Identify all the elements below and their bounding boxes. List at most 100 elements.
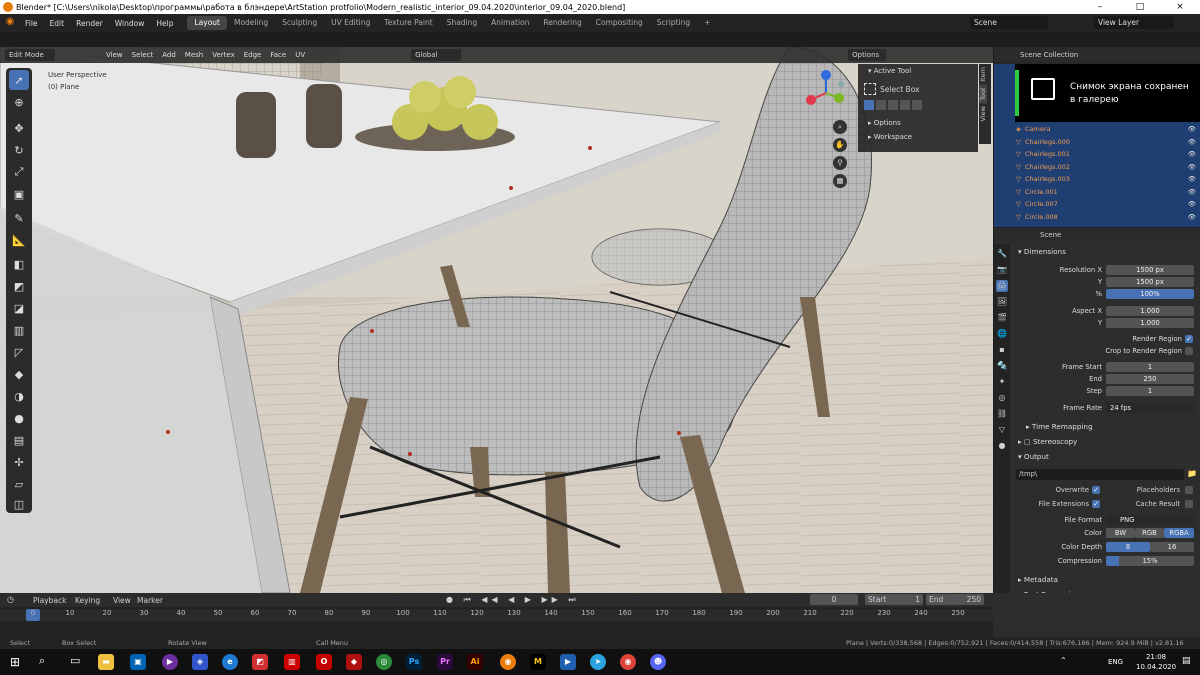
- color-rgba-button[interactable]: RGBA: [1164, 528, 1194, 538]
- frame-end-field[interactable]: 250: [1106, 374, 1194, 384]
- folder-icon[interactable]: 📁: [1187, 469, 1197, 478]
- blender-taskbar-icon[interactable]: ◉: [500, 654, 516, 670]
- spin-tool-icon[interactable]: ◑: [9, 386, 29, 406]
- playback-controls[interactable]: ● ⏮ ◀◀ ◀ ▶ ▶▶ ⏭: [446, 595, 580, 605]
- tab-compositing[interactable]: Compositing: [589, 16, 650, 30]
- frame-ruler[interactable]: 0 10 20 30 40 50 60 70 80 90 100 110 120…: [0, 609, 993, 621]
- stereoscopy-header[interactable]: ▸ ▢ Stereoscopy: [1018, 437, 1077, 446]
- grid-icon[interactable]: ▦: [833, 174, 847, 188]
- extrude-tool-icon[interactable]: ◧: [9, 254, 29, 274]
- end-frame-field[interactable]: End 250: [926, 594, 984, 605]
- frame-rate-dropdown[interactable]: 24 fps: [1106, 403, 1194, 413]
- metadata-header[interactable]: ▸ Metadata: [1018, 575, 1058, 584]
- mode-invert-icon[interactable]: [900, 100, 910, 110]
- menu-vertex[interactable]: Vertex: [208, 51, 239, 59]
- menu-marker[interactable]: Marker: [137, 596, 163, 605]
- windows-start-icon[interactable]: ⊞: [10, 655, 20, 669]
- outliner-item[interactable]: ▽ Chairlegs.001 👁: [1016, 148, 1200, 161]
- photoshop-icon[interactable]: Ps: [406, 654, 422, 670]
- blender-menu-icon[interactable]: ◉: [3, 16, 17, 30]
- menu-uv[interactable]: UV: [291, 51, 309, 59]
- mode-intersect-icon[interactable]: [912, 100, 922, 110]
- shear-tool-icon[interactable]: ▱: [9, 474, 29, 494]
- menu-add[interactable]: Add: [158, 51, 180, 59]
- app-icon[interactable]: ◈: [192, 654, 208, 670]
- frame-step-field[interactable]: 1: [1106, 386, 1194, 396]
- mode-selector[interactable]: Edit Mode: [5, 49, 55, 61]
- crop-region-checkbox[interactable]: [1185, 347, 1193, 355]
- menu-edit[interactable]: Edit: [44, 19, 71, 28]
- cache-result-checkbox[interactable]: [1185, 500, 1193, 508]
- app2-icon[interactable]: ◆: [346, 654, 362, 670]
- scene-collection-label[interactable]: Scene Collection: [1020, 51, 1078, 59]
- zoom-icon[interactable]: ⌕: [833, 120, 847, 134]
- options-header[interactable]: ▸ Options: [858, 116, 978, 130]
- overwrite-checkbox[interactable]: ✓: [1092, 486, 1100, 494]
- file-explorer-icon[interactable]: ▬: [98, 654, 114, 670]
- menu-mesh[interactable]: Mesh: [181, 51, 207, 59]
- opera-icon[interactable]: O: [316, 654, 332, 670]
- mode-new-icon[interactable]: [864, 100, 874, 110]
- scene-selector[interactable]: Scene: [970, 16, 1048, 29]
- rip-tool-icon[interactable]: ◫: [9, 494, 29, 514]
- scale-tool-icon[interactable]: ⤢: [9, 162, 29, 182]
- mode-subtract-icon[interactable]: [888, 100, 898, 110]
- menu-help[interactable]: Help: [150, 19, 179, 28]
- transform-tool-icon[interactable]: ▣: [9, 184, 29, 204]
- minimize-button[interactable]: –: [1080, 0, 1120, 14]
- menu-playback[interactable]: Playback: [33, 596, 66, 605]
- color-depth-16-button[interactable]: 16: [1150, 542, 1194, 552]
- search-icon[interactable]: ⌕: [39, 654, 45, 668]
- tab-animation[interactable]: Animation: [484, 16, 536, 30]
- aspect-x-field[interactable]: 1.000: [1106, 306, 1194, 316]
- current-frame-field[interactable]: 0: [810, 594, 858, 605]
- workspace-header[interactable]: ▸ Workspace: [858, 130, 978, 144]
- aspect-y-field[interactable]: 1.000: [1106, 318, 1194, 328]
- cursor-tool-icon[interactable]: ⊕: [9, 92, 29, 112]
- outliner-item[interactable]: ▽ Chairlegs.000 👁: [1016, 136, 1200, 149]
- add-workspace-button[interactable]: +: [697, 16, 717, 30]
- color-bw-button[interactable]: BW: [1106, 528, 1135, 538]
- view-layer-selector[interactable]: View Layer: [1094, 16, 1174, 29]
- tab-shading[interactable]: Shading: [440, 16, 484, 30]
- telegram-icon[interactable]: ➤: [590, 654, 606, 670]
- output-path-input[interactable]: /tmp\: [1016, 469, 1184, 480]
- edge-icon[interactable]: e: [222, 654, 238, 670]
- mode-extend-icon[interactable]: [876, 100, 886, 110]
- tab-scripting[interactable]: Scripting: [650, 16, 697, 30]
- edge-slide-tool-icon[interactable]: ▤: [9, 430, 29, 450]
- editor-type-icon[interactable]: ◷: [7, 595, 14, 604]
- tab-layout[interactable]: Layout: [187, 16, 227, 30]
- dimensions-header[interactable]: ▾ Dimensions: [1018, 247, 1066, 256]
- material-tab-icon[interactable]: ●: [996, 440, 1008, 452]
- render-region-checkbox[interactable]: ✓: [1185, 335, 1193, 343]
- rotate-tool-icon[interactable]: ↻: [9, 140, 29, 160]
- navigation-gizmo[interactable]: [803, 70, 849, 116]
- resolution-y-field[interactable]: 1500 px: [1106, 277, 1194, 287]
- start-frame-field[interactable]: Start 1: [865, 594, 923, 605]
- sketch-app-icon[interactable]: ◩: [252, 654, 268, 670]
- outliner-item[interactable]: ▽ Circle.001 👁: [1016, 186, 1200, 199]
- menu-file[interactable]: File: [19, 19, 44, 28]
- media-player-icon[interactable]: ▶: [162, 654, 178, 670]
- annotate-tool-icon[interactable]: ✎: [9, 208, 29, 228]
- outliner-item[interactable]: ▽ Chairlegs.003 👁: [1016, 173, 1200, 186]
- resolution-x-field[interactable]: 1500 px: [1106, 265, 1194, 275]
- tab-tool[interactable]: Tool: [979, 84, 987, 104]
- language-indicator[interactable]: ENG: [1108, 658, 1123, 666]
- menu-face[interactable]: Face: [266, 51, 290, 59]
- file-extensions-checkbox[interactable]: ✓: [1092, 500, 1100, 508]
- chrome-icon[interactable]: ◉: [620, 654, 636, 670]
- outliner-item[interactable]: ▽ Circle.008 👁: [1016, 211, 1200, 224]
- time-remapping-header[interactable]: ▸ Time Remapping: [1026, 422, 1093, 431]
- tool-tab-icon[interactable]: 🔧: [996, 248, 1008, 260]
- premiere-icon[interactable]: Pr: [437, 654, 453, 670]
- discord-icon[interactable]: ☻: [650, 654, 666, 670]
- visibility-icon[interactable]: 👁: [1188, 175, 1196, 183]
- move-tool-icon[interactable]: ✥: [9, 118, 29, 138]
- outliner-item[interactable]: ▽ Circle.007 👁: [1016, 198, 1200, 211]
- file-format-dropdown[interactable]: PNG: [1106, 515, 1194, 525]
- color-depth-8-button[interactable]: 8: [1106, 542, 1150, 552]
- menu-window[interactable]: Window: [109, 19, 151, 28]
- tab-modeling[interactable]: Modeling: [227, 16, 275, 30]
